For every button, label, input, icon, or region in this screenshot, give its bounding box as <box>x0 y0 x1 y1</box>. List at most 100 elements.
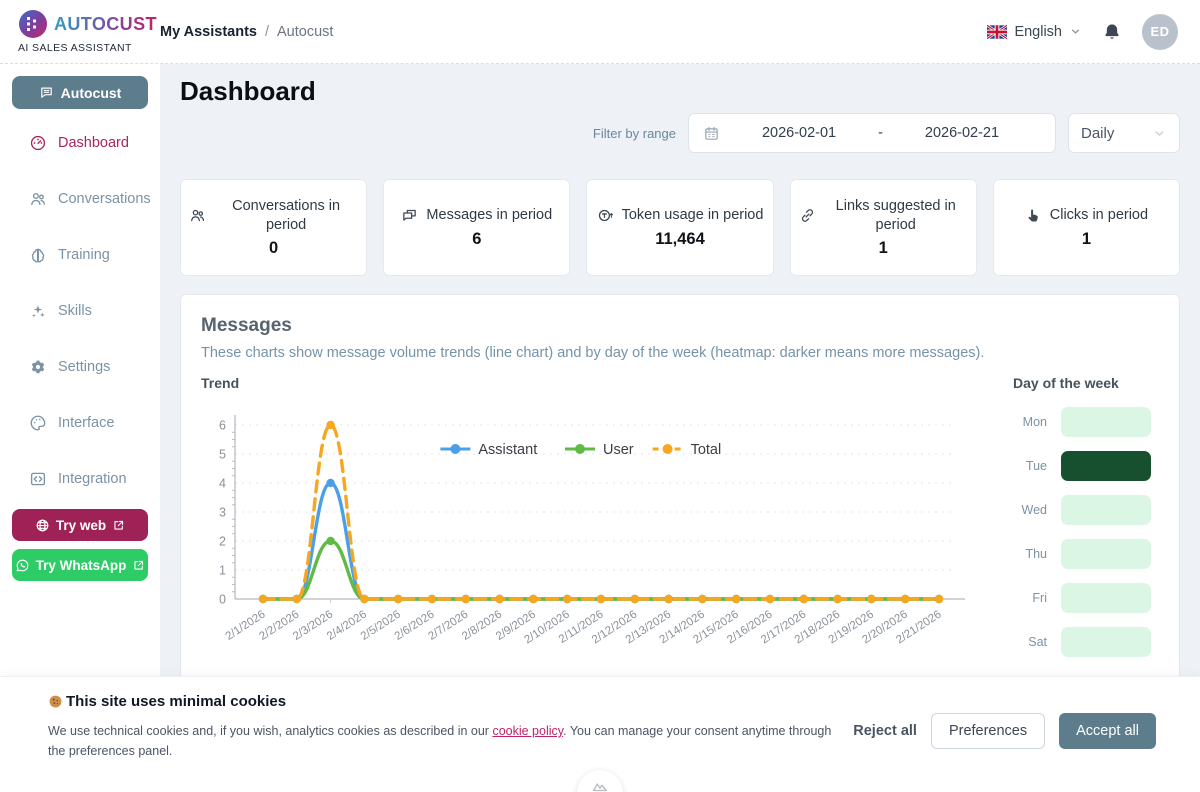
whatsapp-icon <box>15 558 30 573</box>
preferences-button[interactable]: Preferences <box>931 713 1045 749</box>
notifications-bell-button[interactable] <box>1102 21 1122 43</box>
palette-icon <box>29 414 47 432</box>
token-icon <box>597 207 614 224</box>
svg-text:3: 3 <box>219 506 226 520</box>
trend-label: Trend <box>201 375 997 391</box>
external-link-icon <box>112 519 125 532</box>
stat-value: 1 <box>879 239 888 258</box>
breadcrumb-current: Autocust <box>277 24 333 40</box>
heatmap-label: Day of the week <box>1013 375 1159 391</box>
cookie-policy-link[interactable]: cookie policy <box>492 724 563 738</box>
sidebar-item-label: Settings <box>58 359 110 375</box>
uk-flag-icon <box>987 25 1007 39</box>
end-date-value[interactable]: 2026-02-21 <box>883 125 1041 141</box>
external-link-icon <box>132 559 145 572</box>
stat-card-conversations-in-period: Conversations in period 0 <box>180 179 367 276</box>
svg-text:1: 1 <box>219 564 226 578</box>
svg-text:User: User <box>603 442 634 458</box>
svg-text:5: 5 <box>219 448 226 462</box>
heatmap-cell <box>1061 627 1151 657</box>
mountain-icon <box>591 777 609 792</box>
legend-item-assistant[interactable]: Assistant <box>440 442 537 458</box>
sidebar-item-settings[interactable]: Settings <box>0 339 160 395</box>
stat-card-token-usage-in-period: Token usage in period 11,464 <box>586 179 773 276</box>
page-title: Dashboard <box>180 76 1180 107</box>
heatmap-row-sat: Sat <box>1013 627 1159 657</box>
link-icon <box>799 207 816 224</box>
heatmap-day-label: Mon <box>1013 415 1047 429</box>
sidebar-item-integration[interactable]: Integration <box>0 451 160 507</box>
heatmap-row-wed: Wed <box>1013 495 1159 525</box>
assistant-button[interactable]: Autocust <box>12 76 148 109</box>
brand-logo: AUTOCUST AI SALES ASSISTANT <box>0 9 150 54</box>
heatmap-cell <box>1061 539 1151 569</box>
globe-icon <box>35 518 50 533</box>
language-selector[interactable]: English <box>987 24 1082 40</box>
granularity-value: Daily <box>1081 125 1114 142</box>
calendar-icon <box>703 125 720 142</box>
heatmap-row-thu: Thu <box>1013 539 1159 569</box>
y-axis: 0123456 <box>219 415 235 607</box>
try-whatsapp-button[interactable]: Try WhatsApp <box>12 549 148 581</box>
sidebar-item-skills[interactable]: Skills <box>0 283 160 339</box>
brand-subtitle: AI SALES ASSISTANT <box>18 42 150 54</box>
stat-value: 11,464 <box>655 230 705 249</box>
avatar[interactable]: ED <box>1142 14 1178 50</box>
breadcrumb: My Assistants / Autocust <box>160 24 333 40</box>
stat-label: Messages in period <box>426 206 552 224</box>
heatmap-cell <box>1061 451 1151 481</box>
filter-label: Filter by range <box>593 126 676 141</box>
sidebar-item-interface[interactable]: Interface <box>0 395 160 451</box>
legend-item-total[interactable]: Total <box>653 442 722 458</box>
stat-card-messages-in-period: Messages in period 6 <box>383 179 570 276</box>
sidebar-item-label: Integration <box>58 471 127 487</box>
svg-text:Assistant: Assistant <box>478 442 537 458</box>
day-of-week-heatmap: Mon Tue Wed Thu Fri Sat <box>1013 407 1159 657</box>
svg-text:4: 4 <box>219 477 226 491</box>
code-icon <box>29 470 47 488</box>
messages-description: These charts show message volume trends … <box>201 345 1159 361</box>
try-web-button[interactable]: Try web <box>12 509 148 541</box>
users-icon <box>189 207 206 224</box>
chat-bubble-icon <box>39 85 54 100</box>
svg-text:6: 6 <box>219 419 226 433</box>
cookie-banner-body: We use technical cookies and, if you wis… <box>48 721 836 761</box>
sidebar-item-label: Dashboard <box>58 135 129 151</box>
brain-icon <box>29 246 47 264</box>
messages-icon <box>401 207 418 224</box>
breadcrumb-my-assistants[interactable]: My Assistants <box>160 24 257 40</box>
assistant-button-label: Autocust <box>61 85 122 101</box>
stat-value: 1 <box>1082 230 1091 249</box>
sidebar-item-training[interactable]: Training <box>0 227 160 283</box>
cookie-banner-title: This site uses minimal cookies <box>48 693 286 710</box>
heatmap-day-label: Fri <box>1013 591 1047 605</box>
stat-label: Conversations in period <box>214 197 358 233</box>
trend-chart: 01234562/1/20262/2/20262/3/20262/4/20262… <box>201 399 997 672</box>
messages-title: Messages <box>201 315 1159 337</box>
cookie-title-text: This site uses minimal cookies <box>66 693 286 710</box>
heatmap-row-fri: Fri <box>1013 583 1159 613</box>
sidebar-item-dashboard[interactable]: Dashboard <box>0 115 160 171</box>
legend-item-user[interactable]: User <box>565 442 634 458</box>
stat-label: Clicks in period <box>1050 206 1148 224</box>
heatmap-day-label: Sat <box>1013 635 1047 649</box>
sidebar-item-conversations[interactable]: Conversations <box>0 171 160 227</box>
heatmap-row-tue: Tue <box>1013 451 1159 481</box>
try-web-label: Try web <box>56 518 106 533</box>
reject-all-button[interactable]: Reject all <box>853 723 917 739</box>
cookie-icon <box>48 694 63 709</box>
granularity-select[interactable]: Daily <box>1068 113 1180 153</box>
sidebar-item-label: Skills <box>58 303 92 319</box>
heatmap-cell <box>1061 495 1151 525</box>
language-label: English <box>1014 24 1062 40</box>
gear-icon <box>29 358 47 376</box>
svg-text:Total: Total <box>691 442 722 458</box>
heatmap-cell <box>1061 583 1151 613</box>
start-date-value[interactable]: 2026-02-01 <box>720 125 878 141</box>
chevron-down-icon <box>1152 126 1167 141</box>
heatmap-day-label: Wed <box>1013 503 1047 517</box>
brand-name: AUTOCUST <box>54 14 157 35</box>
accept-all-button[interactable]: Accept all <box>1059 713 1156 749</box>
sparkles-icon <box>29 302 47 320</box>
date-range-picker[interactable]: 2026-02-01 - 2026-02-21 <box>688 113 1056 153</box>
